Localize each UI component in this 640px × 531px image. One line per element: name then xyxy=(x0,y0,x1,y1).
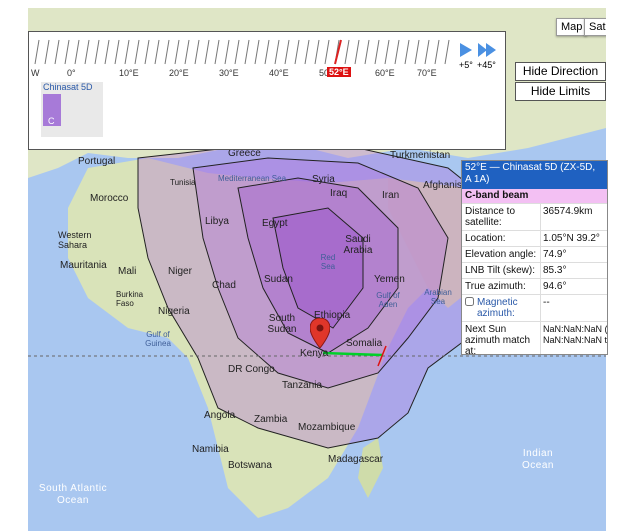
label-dr-congo: DR Congo xyxy=(228,364,275,375)
label-south-sudan: South Sudan xyxy=(267,313,297,335)
label-mediterranean: Mediterranean Sea xyxy=(218,174,287,183)
label-iraq: Iraq xyxy=(330,188,348,199)
label-portugal: Portugal xyxy=(78,156,116,167)
info-row: Location: 1.05°N 39.2° xyxy=(462,230,607,246)
degree-label: 30°E xyxy=(219,68,239,78)
label-sudan: Sudan xyxy=(264,274,293,285)
info-row: Elevation angle: 74.9° xyxy=(462,246,607,262)
label-gulf-aden: Gulf of Aden xyxy=(376,291,400,309)
info-row: Next Sun azimuth match at: NaN:NaN:NaN (… xyxy=(462,321,607,355)
info-row: True azimuth: 94.6° xyxy=(462,278,607,294)
label-botswana: Botswana xyxy=(228,460,272,471)
label-tanzania: Tanzania xyxy=(282,380,323,391)
label-namibia: Namibia xyxy=(192,444,229,455)
info-value: -- xyxy=(540,295,607,321)
label-afghanistan: Afghanist xyxy=(423,180,465,191)
label-south-atlantic: South Atlantic Ocean xyxy=(38,483,108,506)
label-zambia: Zambia xyxy=(254,414,288,425)
label-angola: Angola xyxy=(204,410,236,421)
label-red-sea: Red Sea xyxy=(320,253,336,271)
degree-label: 10°E xyxy=(119,68,139,78)
maptype-sat-button[interactable]: Sat xyxy=(584,18,606,36)
label-chad: Chad xyxy=(212,280,236,291)
info-key: Elevation angle: xyxy=(465,249,537,260)
degree-label: 60°E xyxy=(375,68,395,78)
info-value: NaN:NaN:NaN (GMT) NaN:NaN:NaN time) xyxy=(540,322,607,354)
info-row: LNB Tilt (skew): 85.3° xyxy=(462,262,607,278)
hide-limits-button[interactable]: Hide Limits xyxy=(515,82,606,101)
label-arabian-sea: Arabian Sea xyxy=(424,288,452,306)
longitude-scale-panel[interactable]: W 0° 10°E 20°E 30°E 40°E 50°E 60°E 70°E … xyxy=(28,31,506,150)
info-beam: C-band beam xyxy=(462,189,607,203)
magnetic-azimuth-checkbox[interactable] xyxy=(465,297,474,306)
label-kenya: Kenya xyxy=(300,348,329,359)
label-saudi-arabia: Saudi Arabia xyxy=(343,234,373,256)
label-libya: Libya xyxy=(205,216,229,227)
degree-label: 40°E xyxy=(269,68,289,78)
degree-label: 0° xyxy=(67,68,76,78)
satellite-info-panel: 52°E — Chinasat 5D (ZX-5D, A 1A) C-band … xyxy=(461,160,608,355)
maptype-map-button[interactable]: Map xyxy=(556,18,588,36)
info-key: LNB Tilt (skew): xyxy=(465,265,536,276)
label-madagascar: Madagascar xyxy=(328,454,384,465)
info-key: Location: xyxy=(465,233,506,244)
degree-label: 20°E xyxy=(169,68,189,78)
info-key: Magnetic azimuth: xyxy=(462,295,540,321)
satellite-thumb-name: Chinasat 5D xyxy=(43,82,93,92)
label-nigeria: Nigeria xyxy=(158,306,190,317)
location-pin-icon[interactable] xyxy=(310,318,330,348)
satellite-thumb-band: C xyxy=(48,116,55,126)
label-turkmenistan: Turkmenistan xyxy=(390,150,451,161)
info-value: 74.9° xyxy=(540,247,607,262)
label-gulf-guinea: Gulf of Guinea xyxy=(145,330,171,348)
magnetic-azimuth-link[interactable]: Magnetic azimuth: xyxy=(477,297,537,319)
info-value: 36574.9km xyxy=(540,204,607,230)
label-yemen: Yemen xyxy=(374,274,405,285)
label-egypt: Egypt xyxy=(262,218,288,229)
selected-degree-badge: 52°E xyxy=(327,67,351,77)
step-small-label: +5° xyxy=(459,60,473,70)
info-key: Distance to satellite: xyxy=(465,206,516,228)
satellite-thumb-swatch: C xyxy=(43,94,61,126)
label-iran: Iran xyxy=(382,190,400,201)
label-mauritania: Mauritania xyxy=(60,260,107,271)
label-mozambique: Mozambique xyxy=(298,422,356,433)
step-large-arrow-icon[interactable] xyxy=(477,42,497,58)
label-morocco: Morocco xyxy=(90,193,129,204)
label-tunisia: Tunisia xyxy=(170,178,196,187)
info-key: Next Sun azimuth match at: xyxy=(465,324,531,355)
info-value: 1.05°N 39.2° xyxy=(540,231,607,246)
label-indian-ocean: Indian Ocean xyxy=(522,448,554,471)
app-frame: Greece Turkmenistan Portugal Tunisia Med… xyxy=(0,0,640,531)
info-title: 52°E — Chinasat 5D (ZX-5D, A 1A) xyxy=(462,161,607,189)
info-key: True azimuth: xyxy=(465,281,526,292)
label-burkina-faso: Burkina Faso xyxy=(116,290,144,308)
step-large-label: +45° xyxy=(477,60,496,70)
info-value: 94.6° xyxy=(540,279,607,294)
madagascar-land xyxy=(358,438,383,498)
degree-label: 70°E xyxy=(417,68,437,78)
satellite-thumbnail[interactable]: Chinasat 5D C xyxy=(41,82,103,137)
label-niger: Niger xyxy=(168,266,192,277)
degree-label: W xyxy=(31,68,40,78)
info-value: 85.3° xyxy=(540,263,607,278)
info-row: Distance to satellite: 36574.9km xyxy=(462,203,607,230)
step-small-arrow-icon[interactable] xyxy=(459,42,473,58)
longitude-ticks xyxy=(34,39,450,65)
label-mali: Mali xyxy=(118,266,137,277)
label-somalia: Somalia xyxy=(346,338,383,349)
label-western-sahara: Western Sahara xyxy=(58,230,92,250)
info-row: Magnetic azimuth: -- xyxy=(462,294,607,321)
label-syria: Syria xyxy=(312,174,335,185)
hide-directions-button[interactable]: Hide Direction xyxy=(515,62,606,81)
